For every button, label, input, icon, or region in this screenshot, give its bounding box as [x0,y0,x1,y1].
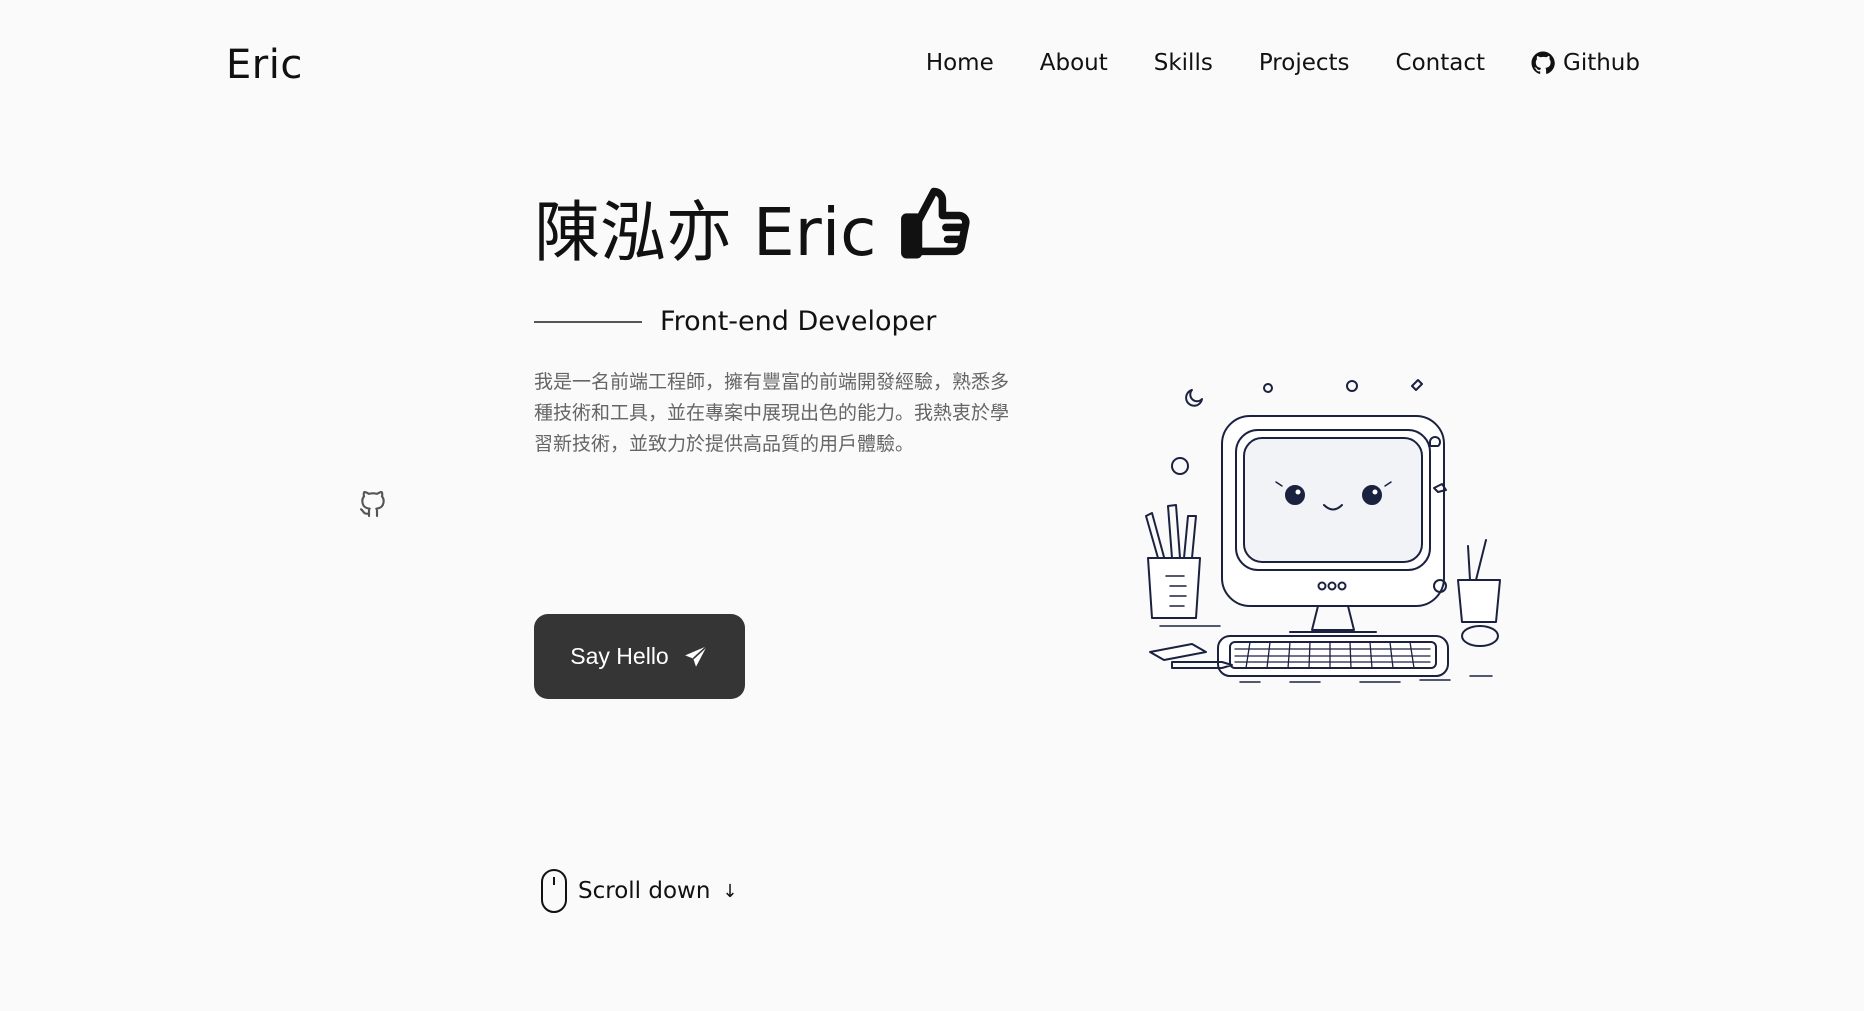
github-icon [1531,51,1555,74]
hero-description: 我是一名前端工程師，擁有豐富的前端開發經驗，熟悉多種技術和工具，並在專案中展現出… [534,371,1010,455]
say-hello-label: Say Hello [570,643,669,669]
nav-home[interactable]: Home [926,50,994,76]
main-nav: Home About Skills Projects Contact Githu… [926,50,1640,76]
say-hello-button[interactable]: Say Hello [534,614,745,699]
thumbs-up-icon [901,187,970,259]
hero-subtitle: Front-end Developer [534,306,1054,337]
nav-about[interactable]: About [1040,50,1108,76]
github-icon [359,491,385,518]
arrow-down-icon: ↓ [722,880,738,902]
hero-title: 陳泓亦 Eric [534,187,1054,271]
hero-section: 陳泓亦 Eric Front-end Developer 我是一名前端工程師，擁… [534,187,1054,460]
nav-github[interactable]: Github [1531,50,1640,76]
hero-title-text: 陳泓亦 Eric [534,194,877,271]
nav-skills[interactable]: Skills [1154,50,1213,76]
subtitle-text: Front-end Developer [660,306,937,337]
nav-github-label: Github [1563,50,1640,76]
scroll-down[interactable]: Scroll down ↓ [540,868,738,914]
subtitle-divider [534,320,642,323]
scroll-down-label: Scroll down [578,878,711,904]
computer-desk-illustration [1145,379,1501,683]
side-github-link[interactable] [357,488,389,520]
site-logo[interactable]: Eric [226,42,303,88]
send-icon [684,645,708,667]
nav-projects[interactable]: Projects [1259,50,1350,76]
mouse-icon [541,869,567,913]
site-header: Eric Home About Skills Projects Contact … [0,0,1864,130]
nav-contact[interactable]: Contact [1396,50,1485,76]
